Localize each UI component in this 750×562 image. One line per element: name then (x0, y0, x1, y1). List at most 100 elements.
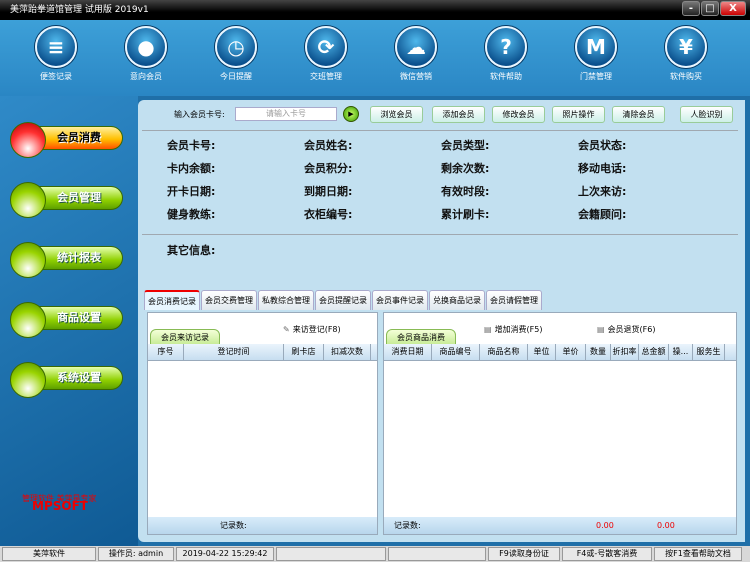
window-title: 美萍跆拳道馆管理 试用版 2019v1 (10, 5, 149, 15)
return-goods-label: 会员退货(F6) (607, 325, 656, 334)
yen-icon: ¥ (665, 26, 707, 68)
column-header[interactable]: 刷卡店 (284, 344, 324, 360)
column-header[interactable]: 折扣率 (611, 344, 639, 360)
toolbar-label: 软件帮助 (490, 72, 522, 81)
column-header[interactable]: 总金额 (639, 344, 669, 360)
add-doc-icon: ▤ (484, 325, 492, 334)
clock-icon: ◷ (215, 26, 257, 68)
sidebar-orb-icon (10, 122, 46, 158)
note-icon: ≡ (35, 26, 77, 68)
member-field-label: 累计刷卡: (441, 208, 490, 221)
column-header[interactable]: 数量 (586, 344, 611, 360)
refresh-icon: ⟳ (305, 26, 347, 68)
action-button-5[interactable]: 人脸识别 (680, 106, 733, 123)
toolbar-button-2[interactable]: ◷ 今日提醒 (206, 26, 266, 82)
slogan: 管理软件 美萍是专家 (22, 494, 97, 503)
sidebar-item-4[interactable]: 系统设置 (10, 362, 123, 398)
member-consumption-panel: 输入会员卡号: 请输入卡号 ▶ 浏览会员 添加会员 修改会员 照片操作 清除会员 人脸识别… (138, 100, 745, 542)
column-header[interactable]: 商品编号 (432, 344, 480, 360)
member-field-label: 会籍顾问: (578, 208, 627, 221)
column-header[interactable]: 服务生 (693, 344, 725, 360)
column-header[interactable]: 登记时间 (184, 344, 284, 360)
sidebar-item-1[interactable]: 会员管理 (10, 182, 123, 218)
toolbar-button-5[interactable]: ? 软件帮助 (476, 26, 536, 82)
toolbar-button-0[interactable]: ≡ 便签记录 (26, 26, 86, 82)
status-f9: F9读取身份证 (488, 547, 560, 561)
member-field-label: 卡内余额: (167, 162, 216, 175)
consumption-table-header: 消费日期 商品编号 商品名称 单位 单价 数量 折扣率 总金额 操... 服务生 (384, 344, 736, 361)
visit-register-button[interactable]: ✎ 来访登记(F8) (283, 324, 341, 335)
add-consumption-button[interactable]: ▤ 增加消费(F5) (484, 324, 543, 335)
toolbar-button-1[interactable]: ● 意向会员 (116, 26, 176, 82)
column-header[interactable]: 消费日期 (384, 344, 432, 360)
wechat-icon: ☁ (395, 26, 437, 68)
toolbar-label: 便签记录 (40, 72, 72, 81)
add-consumption-label: 增加消费(F5) (494, 325, 543, 334)
action-button-1[interactable]: 添加会员 (432, 106, 485, 123)
record-count-label: 记录数: (394, 521, 421, 530)
toolbar: ≡ 便签记录 ● 意向会员 ◷ 今日提醒 ⟳ 交班管理 ☁ 微信营销? 软件帮助 M 门禁管理 ¥ 软件购买 (0, 20, 750, 96)
action-button-0[interactable]: 浏览会员 (370, 106, 423, 123)
divider (142, 130, 738, 131)
column-header[interactable]: 扣减次数 (324, 344, 371, 360)
minimize-button[interactable]: - (682, 1, 700, 16)
column-header[interactable]: 单价 (556, 344, 586, 360)
title-bar: 美萍跆拳道馆管理 试用版 2019v1 - □ X (0, 0, 750, 20)
toolbar-button-3[interactable]: ⟳ 交班管理 (296, 26, 356, 82)
total-amount-1: 0.00 (596, 521, 614, 530)
toolbar-button-4[interactable]: ☁ 微信营销 (386, 26, 446, 82)
sidebar-item-2[interactable]: 统计报表 (10, 242, 123, 278)
column-header[interactable]: 操... (669, 344, 693, 360)
status-operator: 操作员: admin (98, 547, 174, 561)
member-field-label: 会员姓名: (304, 139, 353, 152)
status-empty-2 (388, 547, 486, 561)
card-number-input[interactable]: 请输入卡号 (235, 107, 337, 121)
tab-0[interactable]: 会员消费记录 (144, 290, 200, 310)
column-header[interactable]: 序号 (148, 344, 184, 360)
tab-4[interactable]: 会员事件记录 (372, 290, 428, 310)
other-info-label: 其它信息: (167, 244, 216, 257)
go-icon[interactable]: ▶ (343, 106, 359, 122)
column-header[interactable]: 商品名称 (480, 344, 528, 360)
action-button-3[interactable]: 照片操作 (552, 106, 605, 123)
tab-product-consumption[interactable]: 会员商品消费 (386, 329, 456, 345)
toolbar-button-6[interactable]: M 门禁管理 (566, 26, 626, 82)
action-button-2[interactable]: 修改会员 (492, 106, 545, 123)
m-icon: M (575, 26, 617, 68)
user-icon: ● (125, 26, 167, 68)
return-doc-icon: ▤ (597, 325, 605, 334)
status-f1: 按F1查看帮助文档 (654, 547, 742, 561)
tab-5[interactable]: 兑换商品记录 (429, 290, 485, 310)
toolbar-label: 交班管理 (310, 72, 342, 81)
edit-icon: ✎ (283, 325, 290, 334)
member-field-label: 到期日期: (304, 185, 353, 198)
tab-visit-records[interactable]: 会员来访记录 (150, 329, 220, 345)
member-field-label: 衣柜编号: (304, 208, 353, 221)
toolbar-label: 微信营销 (400, 72, 432, 81)
member-field-label: 上次来访: (578, 185, 627, 198)
status-company: 美萍软件 (2, 547, 96, 561)
toolbar-label: 软件购买 (670, 72, 702, 81)
toolbar-button-7[interactable]: ¥ 软件购买 (656, 26, 716, 82)
member-field-label: 会员类型: (441, 139, 490, 152)
close-button[interactable]: X (720, 1, 746, 16)
return-goods-button[interactable]: ▤ 会员退货(F6) (597, 324, 656, 335)
sidebar-item-3[interactable]: 商品设置 (10, 302, 123, 338)
tab-2[interactable]: 私教综合管理 (258, 290, 314, 310)
help-icon: ? (485, 26, 527, 68)
status-empty-1 (276, 547, 386, 561)
sidebar: MPSOFT 管理软件 美萍是专家 会员消费 会员管理 统计报表 商品设置 系统设置 (0, 96, 138, 546)
sidebar-orb-icon (10, 302, 46, 338)
column-header[interactable]: 单位 (528, 344, 556, 360)
action-button-4[interactable]: 清除会员 (612, 106, 665, 123)
maximize-button[interactable]: □ (701, 1, 719, 16)
tab-1[interactable]: 会员交费管理 (201, 290, 257, 310)
sidebar-orb-icon (10, 242, 46, 278)
tab-6[interactable]: 会员请假管理 (486, 290, 542, 310)
sidebar-item-0[interactable]: 会员消费 (10, 122, 123, 158)
tab-3[interactable]: 会员提醒记录 (315, 290, 371, 310)
member-field-label: 会员状态: (578, 139, 627, 152)
sidebar-orb-icon (10, 362, 46, 398)
toolbar-label: 意向会员 (130, 72, 162, 81)
member-field-label: 移动电话: (578, 162, 627, 175)
